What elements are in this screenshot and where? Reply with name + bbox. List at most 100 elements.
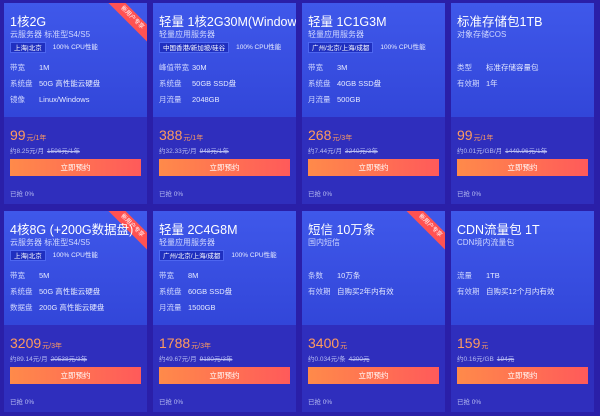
product-subtitle: CDN境内流量包 — [457, 238, 515, 247]
product-title: CDN流量包 1T — [457, 223, 540, 237]
product-subtitle: 云服务器 标准型S4/S5 — [10, 30, 91, 39]
product-subtitle: 国内短信 — [308, 238, 340, 247]
original-price: 9180元/3年 — [199, 356, 233, 363]
product-tags: 上海|北京 100% CPU性能 — [10, 250, 101, 262]
spec-row: 有效期 自购买2年内有效 — [308, 287, 394, 296]
product-card: 标准存储包1TB 对象存储COS 类型 标准存储容量包 有效期 1年 99元/1年 … — [451, 3, 594, 204]
product-card: CDN流量包 1T CDN境内流量包 流量 1TB 有效期 自购买12个月内有效 1… — [451, 211, 594, 412]
product-card: 轻量 1核2G30M(Windows) 轻量应用服务器 中国香港/新加坡/硅谷 … — [153, 3, 296, 204]
spec-row: 月流量 1500GB — [159, 303, 216, 312]
product-tags: 中国香港/新加坡/硅谷 100% CPU性能 — [159, 42, 284, 54]
spec-row: 系统盘 50GB SSD盘 — [159, 79, 237, 88]
spec-row: 带宽 1M — [10, 63, 50, 72]
spec-row: 系统盘 60GB SSD盘 — [159, 287, 233, 296]
spec-row: 条数 10万条 — [308, 271, 361, 280]
cpu-tag: 100% CPU性能 — [52, 44, 98, 51]
spec-row: 数据盘 200G 高性能云硬盘 — [10, 303, 105, 312]
product-card: 轻量 1C1G3M 轻量应用服务器 广州/北京/上海/成都 100% CPU性能… — [302, 3, 445, 204]
product-title: 轻量 2C4G8M — [159, 223, 238, 237]
product-tags: 广州/北京/上海/成都 100% CPU性能 — [159, 250, 280, 262]
product-title: 轻量 1C1G3M — [308, 15, 387, 29]
product-title: 1核2G — [10, 15, 47, 29]
product-card: 新用户专享 4核8G (+200G数据盘) 云服务器 标准型S4/S5 上海|北… — [4, 211, 147, 412]
location-tag: 中国香港/新加坡/硅谷 — [159, 42, 230, 53]
location-tag: 广州/北京/上海/成都 — [308, 42, 374, 53]
original-price: 194元 — [496, 356, 515, 363]
cpu-tag: 100% CPU性能 — [380, 44, 426, 51]
spec-row: 月流量 500GB — [308, 95, 361, 104]
unit-price: 约0.034元/条 4200元 — [308, 356, 370, 363]
reserve-button[interactable]: 立即预约 — [457, 159, 588, 176]
product-tags: 广州/北京/上海/成都 100% CPU性能 — [308, 42, 429, 54]
sold-percentage: 已抢 0% — [308, 191, 333, 198]
sold-percentage: 已抢 0% — [457, 191, 482, 198]
sold-percentage: 已抢 0% — [10, 399, 35, 406]
product-grid: 新用户专享 1核2G 云服务器 标准型S4/S5 上海|北京 100% CPU性… — [4, 3, 596, 413]
spec-row: 带宽 3M — [308, 63, 348, 72]
location-tag: 上海|北京 — [10, 250, 46, 261]
unit-price: 约0.16元/GB 194元 — [457, 356, 515, 363]
spec-row: 有效期 自购买12个月内有效 — [457, 287, 555, 296]
price: 99元/1年 — [10, 127, 47, 143]
spec-row: 镜像 Linux/Windows — [10, 95, 90, 104]
price: 268元/3年 — [308, 127, 353, 143]
spec-row: 系统盘 40GB SSD盘 — [308, 79, 382, 88]
sold-percentage: 已抢 0% — [10, 191, 35, 198]
original-price: 948元/1年 — [199, 148, 229, 155]
product-title: 标准存储包1TB — [457, 15, 543, 29]
product-title: 4核8G (+200G数据盘) — [10, 223, 134, 237]
location-tag: 上海|北京 — [10, 42, 46, 53]
product-tags: 上海|北京 100% CPU性能 — [10, 42, 101, 54]
sold-percentage: 已抢 0% — [159, 191, 184, 198]
original-price: 20538元/3年 — [50, 356, 88, 363]
product-title: 轻量 1核2G30M(Windows) — [159, 15, 296, 29]
product-card: 新用户专享 短信 10万条 国内短信 条数 10万条 有效期 自购买2年内有效 34… — [302, 211, 445, 412]
product-title: 短信 10万条 — [308, 223, 376, 237]
cpu-tag: 100% CPU性能 — [236, 44, 282, 51]
price: 159元 — [457, 335, 489, 351]
spec-row: 峰值带宽 30M — [159, 63, 207, 72]
location-tag: 广州/北京/上海/成都 — [159, 250, 225, 261]
product-subtitle: 对象存储COS — [457, 30, 507, 39]
price: 3209元/3年 — [10, 335, 62, 351]
price: 1788元/3年 — [159, 335, 211, 351]
reserve-button[interactable]: 立即预约 — [10, 159, 141, 176]
spec-row: 带宽 8M — [159, 271, 199, 280]
sold-percentage: 已抢 0% — [457, 399, 482, 406]
spec-row: 类型 标准存储容量包 — [457, 63, 539, 72]
unit-price: 约8.25元/月 1596元/1年 — [10, 148, 80, 155]
price: 388元/1年 — [159, 127, 204, 143]
cpu-tag: 100% CPU性能 — [231, 252, 277, 259]
unit-price: 约89.14元/月 20538元/3年 — [10, 356, 88, 363]
reserve-button[interactable]: 立即预约 — [159, 367, 290, 384]
original-price: 1449.96元/1年 — [505, 148, 548, 155]
original-price: 3240元/3年 — [344, 148, 378, 155]
spec-row: 带宽 5M — [10, 271, 50, 280]
unit-price: 约32.33元/月 948元/1年 — [159, 148, 229, 155]
cpu-tag: 100% CPU性能 — [52, 252, 98, 259]
spec-row: 系统盘 50G 高性能云硬盘 — [10, 79, 101, 88]
unit-price: 约49.67元/月 9180元/3年 — [159, 356, 233, 363]
product-subtitle: 云服务器 标准型S4/S5 — [10, 238, 91, 247]
price: 99元/1年 — [457, 127, 494, 143]
spec-row: 有效期 1年 — [457, 79, 498, 88]
reserve-button[interactable]: 立即预约 — [10, 367, 141, 384]
price: 3400元 — [308, 335, 348, 351]
product-subtitle: 轻量应用服务器 — [159, 238, 215, 247]
spec-row: 月流量 2048GB — [159, 95, 220, 104]
reserve-button[interactable]: 立即预约 — [308, 367, 439, 384]
unit-price: 约7.44元/月 3240元/3年 — [308, 148, 378, 155]
sold-percentage: 已抢 0% — [159, 399, 184, 406]
unit-price: 约0.01元/GB/月 1449.96元/1年 — [457, 148, 548, 155]
product-subtitle: 轻量应用服务器 — [159, 30, 215, 39]
spec-row: 流量 1TB — [457, 271, 500, 280]
reserve-button[interactable]: 立即预约 — [457, 367, 588, 384]
product-card: 轻量 2C4G8M 轻量应用服务器 广州/北京/上海/成都 100% CPU性能… — [153, 211, 296, 412]
reserve-button[interactable]: 立即预约 — [159, 159, 290, 176]
reserve-button[interactable]: 立即预约 — [308, 159, 439, 176]
product-subtitle: 轻量应用服务器 — [308, 30, 364, 39]
original-price: 1596元/1年 — [46, 148, 80, 155]
original-price: 4200元 — [348, 356, 370, 363]
sold-percentage: 已抢 0% — [308, 399, 333, 406]
spec-row: 系统盘 50G 高性能云硬盘 — [10, 287, 101, 296]
